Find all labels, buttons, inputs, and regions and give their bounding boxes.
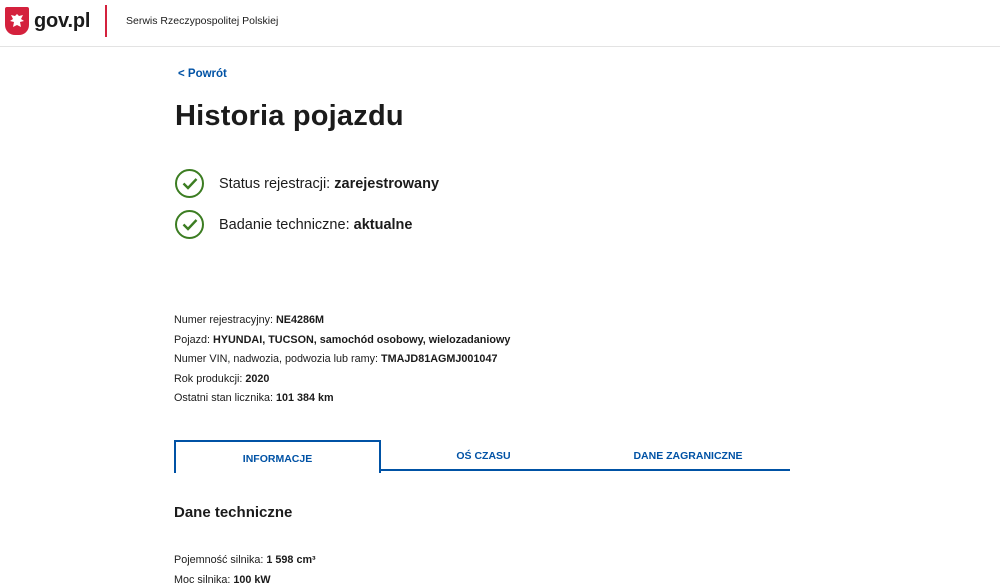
section-title: Dane techniczne: [174, 504, 293, 521]
info-label: Ostatni stan licznika:: [174, 392, 274, 404]
check-circle-icon: [175, 169, 204, 198]
status-value: aktualne: [353, 216, 413, 233]
registration-status-text: Status rejestracji: zarejestrowany: [219, 176, 439, 192]
logo-text: gov.pl: [34, 9, 91, 32]
info-label: Numer VIN, nadwozia, podwozia lub ramy:: [174, 353, 379, 365]
inspection-status: Badanie techniczne: aktualne: [175, 210, 412, 239]
registration-status: Status rejestracji: zarejestrowany: [175, 169, 439, 198]
info-label: Numer rejestracyjny:: [174, 314, 273, 326]
info-value: TMAJD81AGMJ001047: [381, 353, 498, 365]
info-label: Rok produkcji:: [174, 372, 243, 385]
status-value: zarejestrowany: [334, 175, 440, 192]
inspection-status-text: Badanie techniczne: aktualne: [219, 217, 412, 233]
service-name: Serwis Rzeczypospolitej Polskiej: [126, 15, 279, 27]
tech-label: Moc silnika:: [174, 573, 231, 583]
tech-value: 1 598 cm³: [266, 554, 316, 566]
tech-value: 100 kW: [233, 573, 271, 583]
tab-os-czasu[interactable]: OŚ CZASU: [381, 440, 586, 471]
tech-row-engine-power: Moc silnika: 100 kW: [174, 571, 316, 583]
status-label: Badanie techniczne:: [219, 216, 350, 233]
tech-label: Pojemność silnika:: [174, 554, 264, 566]
tab-bar: INFORMACJE OŚ CZASU DANE ZAGRANICZNE: [174, 440, 790, 473]
info-label: Pojazd:: [174, 333, 211, 346]
tab-dane-zagraniczne[interactable]: DANE ZAGRANICZNE: [586, 440, 790, 471]
polish-eagle-icon: [5, 7, 29, 35]
info-value: NE4286M: [276, 314, 325, 326]
info-value: HYUNDAI, TUCSON, samochód osobowy, wielo…: [213, 333, 511, 346]
check-circle-icon: [175, 210, 204, 239]
header-divider: [105, 5, 107, 37]
top-bar: gov.pl Serwis Rzeczypospolitej Polskiej: [0, 0, 1000, 47]
info-row-odometer: Ostatni stan licznika: 101 384 km: [174, 389, 510, 409]
tech-row-engine-capacity: Pojemność silnika: 1 598 cm³: [174, 551, 316, 571]
gov-logo[interactable]: gov.pl: [5, 7, 90, 35]
info-value: 101 384 km: [276, 392, 334, 404]
technical-data: Pojemność silnika: 1 598 cm³ Moc silnika…: [174, 551, 316, 583]
page-title: Historia pojazdu: [175, 100, 404, 132]
info-row-vehicle: Pojazd: HYUNDAI, TUCSON, samochód osobow…: [174, 331, 510, 351]
tab-informacje[interactable]: INFORMACJE: [174, 440, 381, 473]
info-row-year: Rok produkcji: 2020: [174, 370, 510, 390]
vehicle-info: Numer rejestracyjny: NE4286M Pojazd: HYU…: [174, 311, 510, 409]
info-row-vin: Numer VIN, nadwozia, podwozia lub ramy: …: [174, 350, 510, 370]
back-link[interactable]: < Powrót: [178, 68, 227, 80]
status-label: Status rejestracji:: [219, 175, 331, 192]
info-value: 2020: [245, 372, 270, 385]
info-row-registration: Numer rejestracyjny: NE4286M: [174, 311, 510, 331]
